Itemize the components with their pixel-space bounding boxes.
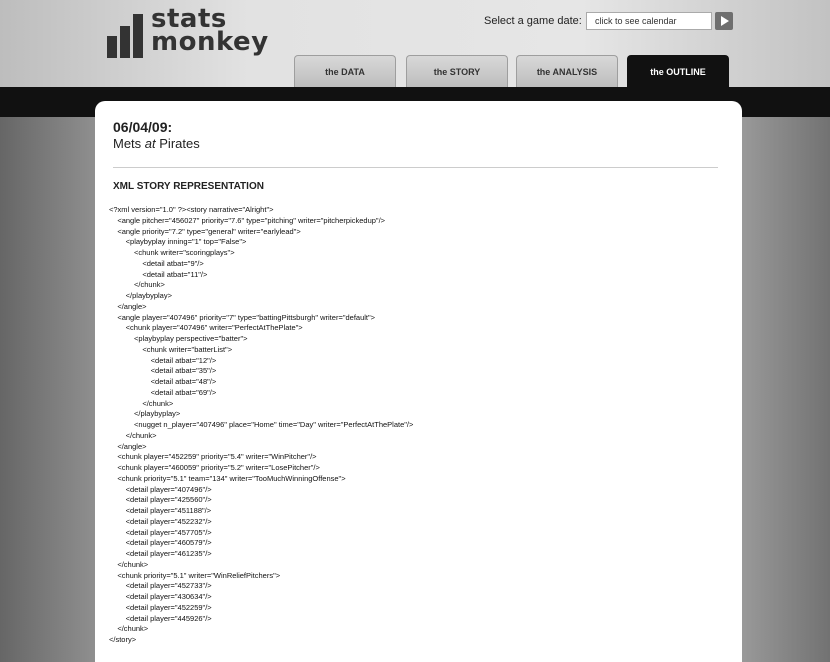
xml-line: </chunk> bbox=[109, 559, 149, 569]
xml-line: <detail player="461235"/> bbox=[109, 549, 212, 558]
xml-line: <chunk writer="scoringplays"> bbox=[109, 248, 235, 257]
logo-wordmark: stats monkey bbox=[151, 6, 269, 57]
logo-line-2: monkey bbox=[151, 27, 269, 57]
away-team: Pirates bbox=[159, 136, 200, 151]
xml-line: <chunk player="452259" priority="5.4" wr… bbox=[109, 452, 317, 462]
xml-line: <detail player="425560"/> bbox=[109, 495, 212, 505]
home-team: Mets bbox=[113, 136, 142, 151]
xml-line: </chunk> bbox=[109, 430, 157, 440]
xml-line: <detail atbat="9"/> bbox=[109, 258, 204, 268]
top-header: stats monkey Select a game date: click t… bbox=[0, 0, 830, 90]
xml-line: <playbyplay perspective="batter"> bbox=[109, 334, 248, 343]
xml-line: <?xml version="1.0" ?><story narrative="… bbox=[109, 205, 274, 214]
tab-outline[interactable]: the OUTLINE bbox=[627, 55, 729, 87]
xml-story-code: <?xml version="1.0" ?><story narrative="… bbox=[109, 205, 413, 646]
xml-line: <detail atbat="48"/> bbox=[109, 377, 217, 386]
xml-line: <playbyplay inning="1" top="False"> bbox=[109, 237, 247, 247]
xml-line: <detail atbat="69"/> bbox=[109, 387, 217, 397]
bar-chart-logo-icon bbox=[107, 14, 147, 58]
xml-line: <chunk player="460059" priority="5.2" wr… bbox=[109, 463, 320, 472]
xml-line: </chunk> bbox=[109, 280, 165, 290]
xml-line: </chunk> bbox=[109, 624, 149, 634]
xml-line: <detail atbat="35"/> bbox=[109, 366, 217, 376]
section-title: XML STORY REPRESENTATION bbox=[113, 181, 264, 192]
left-background bbox=[0, 117, 95, 662]
xml-line: <detail player="457705"/> bbox=[109, 527, 212, 537]
tab-data[interactable]: the DATA bbox=[294, 55, 396, 87]
xml-line: <detail player="430634"/> bbox=[109, 592, 212, 601]
right-background bbox=[740, 117, 830, 662]
xml-line: <detail player="407496"/> bbox=[109, 484, 212, 494]
xml-line: <chunk player="407496" writer="PerfectAt… bbox=[109, 323, 303, 333]
xml-line: </playbyplay> bbox=[109, 409, 181, 419]
xml-line: </angle> bbox=[109, 441, 147, 451]
xml-line: <detail atbat="11"/> bbox=[109, 269, 208, 279]
xml-line: <detail player="460579"/> bbox=[109, 538, 212, 548]
xml-line: <angle priority="7.2" type="general" wri… bbox=[109, 226, 301, 236]
xml-line: <angle pitcher="456027" priority="7.6" t… bbox=[109, 215, 386, 225]
xml-line: <detail player="452232"/> bbox=[109, 516, 212, 526]
date-go-button[interactable] bbox=[715, 12, 733, 30]
game-date-heading: 06/04/09: bbox=[113, 119, 173, 135]
xml-line: </angle> bbox=[109, 301, 147, 311]
xml-line: <chunk writer="batterList"> bbox=[109, 344, 233, 354]
xml-line: <chunk priority="5.1" team="134" writer=… bbox=[109, 473, 346, 483]
xml-line: <detail player="452259"/> bbox=[109, 602, 212, 612]
tab-analysis[interactable]: the ANALYSIS bbox=[516, 55, 618, 87]
matchup-title: Mets at Pirates bbox=[113, 136, 200, 151]
content-panel: 06/04/09: Mets at Pirates XML STORY REPR… bbox=[95, 101, 742, 662]
matchup-at: at bbox=[144, 136, 156, 151]
xml-line: </story> bbox=[109, 635, 137, 644]
xml-line: <detail player="452733"/> bbox=[109, 581, 212, 591]
xml-line: <chunk priority="5.1" writer="WinReliefP… bbox=[109, 570, 281, 580]
stats-monkey-logo[interactable]: stats monkey bbox=[107, 6, 277, 64]
date-select-label: Select a game date: bbox=[484, 15, 582, 27]
game-date-input[interactable]: click to see calendar bbox=[586, 12, 712, 30]
section-divider bbox=[113, 167, 718, 168]
xml-line: </chunk> bbox=[109, 398, 174, 408]
xml-line: <detail player="451188"/> bbox=[109, 506, 212, 515]
xml-line: <nugget n_player="407496" place="Home" t… bbox=[109, 420, 414, 429]
xml-line: </playbyplay> bbox=[109, 291, 172, 300]
xml-line: <angle player="407496" priority="7" type… bbox=[109, 312, 376, 322]
tab-story[interactable]: the STORY bbox=[406, 55, 508, 87]
xml-line: <detail player="445926"/> bbox=[109, 613, 212, 623]
xml-line: <detail atbat="12"/> bbox=[109, 355, 217, 365]
